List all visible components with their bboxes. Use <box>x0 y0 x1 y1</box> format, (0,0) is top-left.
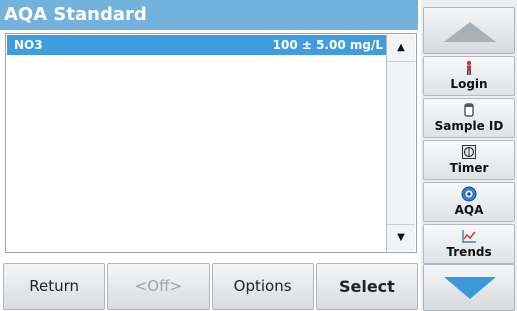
person-icon <box>466 60 472 75</box>
list-scrollbar[interactable]: ▲ ▼ <box>386 35 415 251</box>
scroll-down-button[interactable]: ▼ <box>387 224 415 251</box>
options-button[interactable]: Options <box>211 263 314 310</box>
timer-button[interactable]: Timer <box>423 140 515 180</box>
aqa-label: AQA <box>454 203 484 217</box>
sample-vial-icon <box>464 103 474 117</box>
off-button[interactable]: <Off> <box>107 263 210 310</box>
timer-icon <box>462 145 476 159</box>
sidebar: Login Sample ID Timer AQA Trends <box>421 0 517 311</box>
scroll-up-button[interactable]: ▲ <box>387 35 415 62</box>
screen-title: AQA Standard <box>0 0 418 30</box>
trends-chart-icon <box>462 230 476 243</box>
standard-list[interactable]: NO3 100 ± 5.00 mg/L ▲ ▼ <box>5 33 417 253</box>
trends-label: Trends <box>446 245 492 259</box>
trends-button[interactable]: Trends <box>423 224 515 264</box>
aqa-button[interactable]: AQA <box>423 182 515 222</box>
login-label: Login <box>450 77 488 91</box>
timer-label: Timer <box>449 161 489 175</box>
bottom-toolbar: Return <Off> Options Select <box>3 263 418 310</box>
page-down-button[interactable] <box>423 264 515 311</box>
page-up-button[interactable] <box>423 7 515 54</box>
arrow-down-icon <box>444 277 496 299</box>
parameter-name: NO3 <box>14 38 43 52</box>
login-button[interactable]: Login <box>423 56 515 96</box>
aqa-icon <box>461 186 477 202</box>
select-button[interactable]: Select <box>315 263 418 310</box>
arrow-up-icon <box>444 22 496 42</box>
sample-id-button[interactable]: Sample ID <box>423 98 515 138</box>
return-button[interactable]: Return <box>3 263 106 310</box>
parameter-value: 100 ± 5.00 mg/L <box>272 38 383 52</box>
list-item[interactable]: NO3 100 ± 5.00 mg/L <box>7 35 387 55</box>
sample-id-label: Sample ID <box>434 119 504 133</box>
